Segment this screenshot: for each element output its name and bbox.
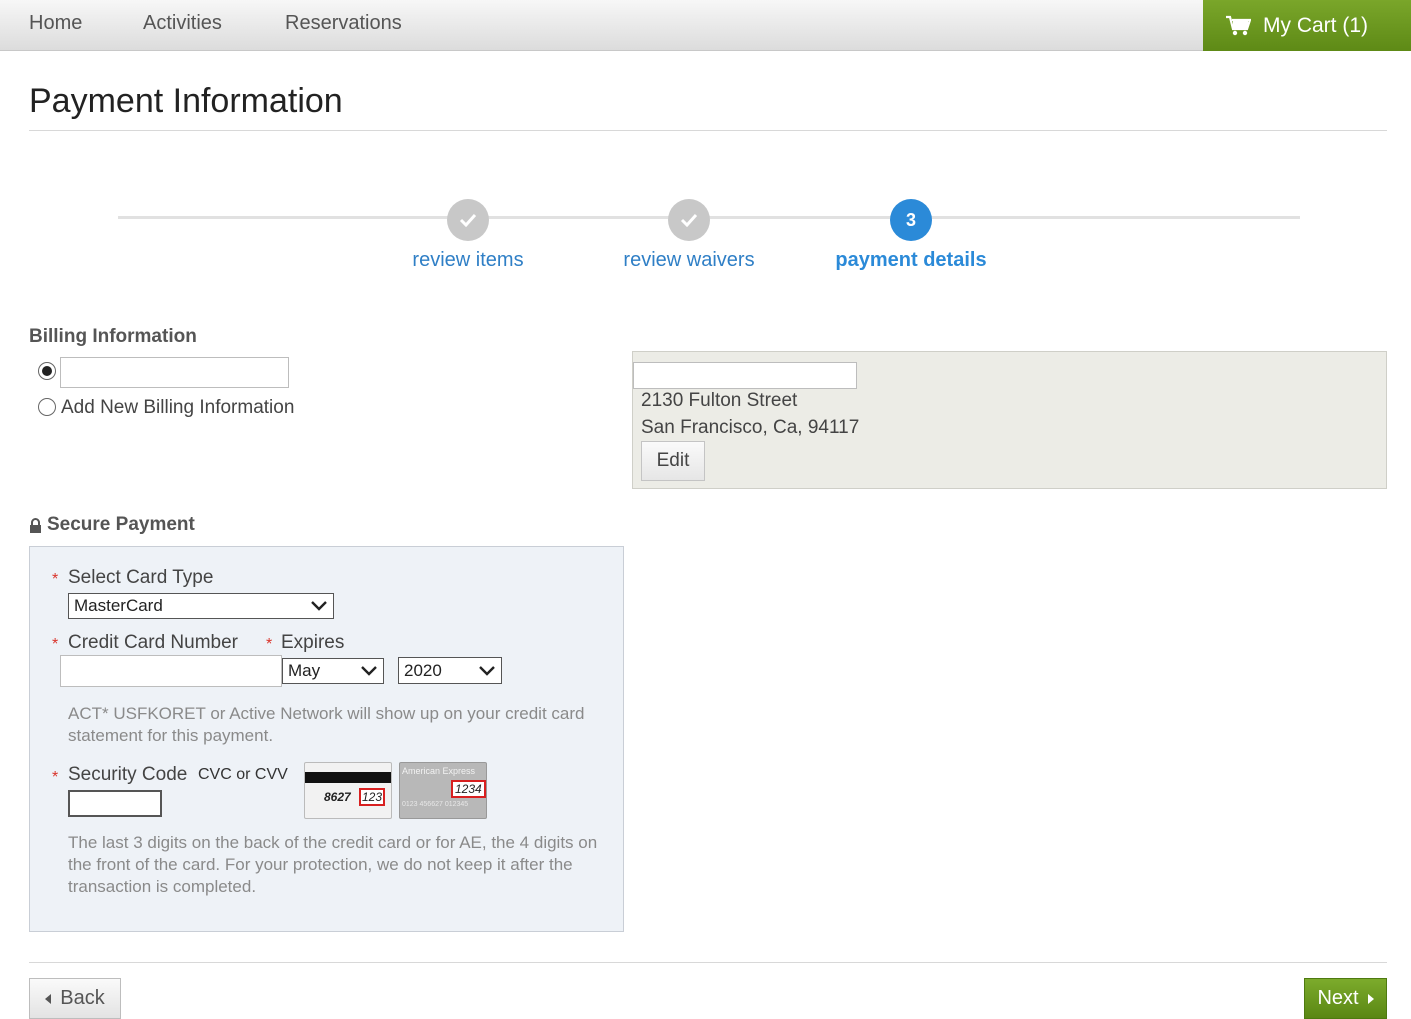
statement-note: ACT* USFKORET or Active Network will sho… bbox=[68, 704, 585, 745]
card-type-label: Select Card Type bbox=[68, 567, 214, 588]
my-cart-label: My Cart (1) bbox=[1263, 13, 1368, 37]
lock-icon bbox=[30, 517, 41, 533]
card-number-label: Credit Card Number bbox=[68, 632, 238, 653]
next-button[interactable]: Next bbox=[1304, 978, 1387, 1019]
nav-activities[interactable]: Activities bbox=[143, 12, 222, 35]
security-code-label: Security Code bbox=[68, 764, 188, 785]
required-marker: * bbox=[52, 769, 59, 786]
step-3-number: 3 bbox=[890, 199, 932, 241]
step-1-check-icon bbox=[447, 199, 489, 241]
address-name-field bbox=[633, 362, 857, 389]
step-review-waivers[interactable]: review waivers bbox=[623, 249, 754, 272]
secure-payment-panel: * Select Card Type MasterCard * Credit C… bbox=[29, 546, 624, 932]
top-nav: Home Activities Reservations My Cart (1) bbox=[0, 0, 1411, 51]
step-2-check-icon bbox=[668, 199, 710, 241]
billing-heading: Billing Information bbox=[29, 326, 197, 347]
billing-existing-field[interactable] bbox=[60, 357, 289, 388]
back-button[interactable]: Back bbox=[29, 978, 121, 1019]
secure-payment-heading: Secure Payment bbox=[29, 514, 195, 536]
expiry-year-select[interactable]: 2020 bbox=[398, 657, 502, 684]
required-marker: * bbox=[52, 571, 59, 588]
nav-home[interactable]: Home bbox=[29, 12, 82, 35]
nav-reservations[interactable]: Reservations bbox=[285, 12, 402, 35]
security-code-sublabel: CVC or CVV bbox=[198, 766, 288, 783]
step-review-items[interactable]: review items bbox=[412, 249, 523, 272]
chevron-down-icon bbox=[311, 601, 327, 611]
security-code-input[interactable] bbox=[68, 790, 162, 817]
my-cart-button[interactable]: My Cart (1) bbox=[1203, 0, 1411, 51]
expiry-month-select[interactable]: May bbox=[282, 658, 384, 684]
security-code-note: The last 3 digits on the back of the cre… bbox=[68, 833, 598, 896]
amex-card-cvv-illustration: American Express 1234 0123 456627 012345 bbox=[399, 762, 487, 819]
add-new-billing-radio[interactable] bbox=[38, 398, 56, 416]
caret-left-icon bbox=[45, 993, 52, 1004]
chevron-down-icon bbox=[361, 666, 377, 676]
expires-label: Expires bbox=[281, 632, 345, 653]
required-marker: * bbox=[266, 636, 273, 653]
title-divider bbox=[29, 130, 1387, 131]
footer-divider bbox=[29, 962, 1387, 963]
step-payment-details: payment details bbox=[835, 249, 987, 271]
caret-right-icon bbox=[1367, 993, 1374, 1004]
cart-icon bbox=[1226, 15, 1251, 35]
address-line-2: San Francisco, Ca, 94117 bbox=[641, 417, 860, 438]
card-back-cvv-illustration: 8627 123 bbox=[304, 762, 392, 819]
billing-existing-radio[interactable] bbox=[38, 362, 56, 380]
address-line-1: 2130 Fulton Street bbox=[641, 390, 798, 411]
add-new-billing-label[interactable]: Add New Billing Information bbox=[61, 397, 294, 419]
chevron-down-icon bbox=[479, 665, 495, 676]
page-title: Payment Information bbox=[29, 82, 343, 120]
edit-address-button[interactable]: Edit bbox=[641, 441, 705, 481]
card-number-input[interactable] bbox=[60, 655, 282, 687]
billing-address-card: 2130 Fulton Street San Francisco, Ca, 94… bbox=[632, 351, 1387, 489]
required-marker: * bbox=[52, 636, 59, 653]
card-type-select[interactable]: MasterCard bbox=[68, 593, 334, 619]
